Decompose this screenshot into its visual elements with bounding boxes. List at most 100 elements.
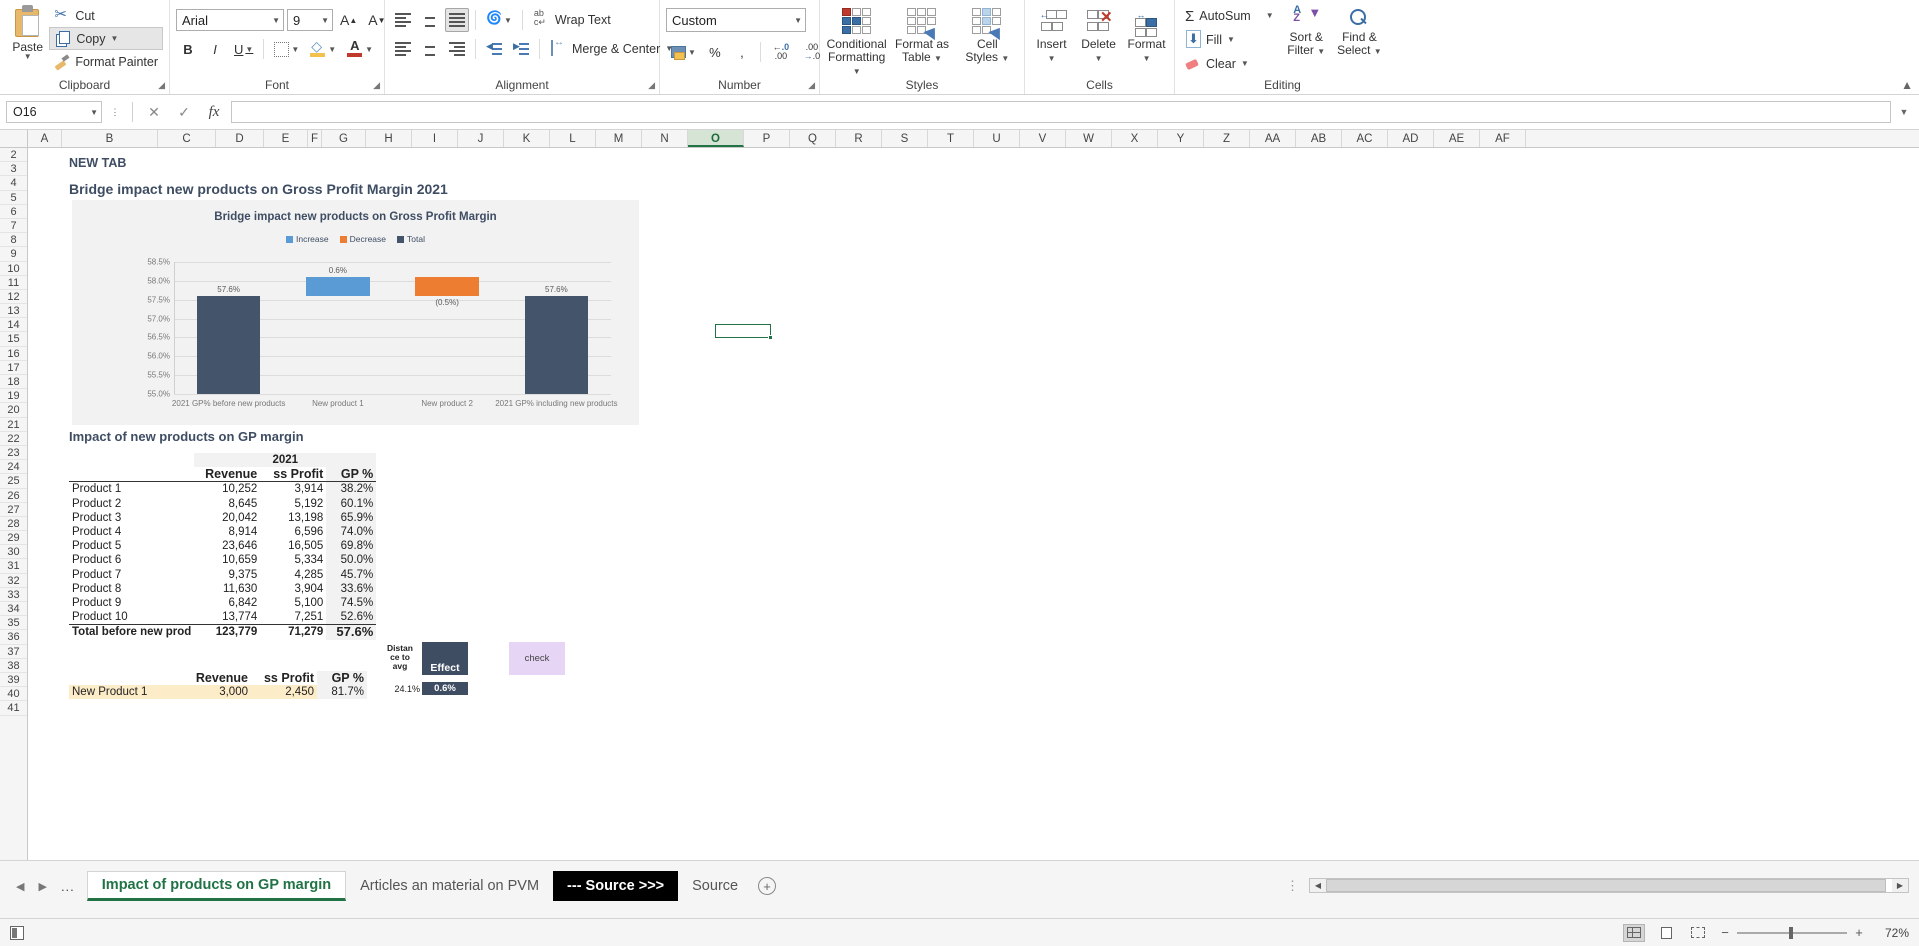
- chevron-down-icon[interactable]: ▼: [1374, 47, 1382, 56]
- font-dialog-launcher[interactable]: ◢: [373, 80, 380, 91]
- next-sheet-button[interactable]: ▶: [38, 880, 46, 893]
- column-header-Z[interactable]: Z: [1204, 130, 1250, 147]
- column-header-AF[interactable]: AF: [1480, 130, 1526, 147]
- orientation-button[interactable]: ▼: [482, 8, 516, 32]
- column-header-H[interactable]: H: [366, 130, 412, 147]
- table-new-products[interactable]: Revenue ss Profit GP % New Product 1 3,00…: [69, 671, 367, 700]
- fill-button[interactable]: Fill ▼: [1181, 29, 1278, 51]
- column-header-AC[interactable]: AC: [1342, 130, 1388, 147]
- scroll-left-button[interactable]: ◀: [1310, 881, 1326, 890]
- column-header-R[interactable]: R: [836, 130, 882, 147]
- column-header-AE[interactable]: AE: [1434, 130, 1480, 147]
- select-all-corner[interactable]: [0, 130, 28, 147]
- align-bottom-button[interactable]: [445, 8, 469, 32]
- wrap-text-button[interactable]: Wrap Text: [529, 8, 616, 32]
- align-center-button[interactable]: [418, 37, 442, 61]
- row-header-38[interactable]: 38: [0, 658, 27, 673]
- row-header-34[interactable]: 34: [0, 602, 27, 617]
- find-select-button[interactable]: Find & Select ▼: [1335, 5, 1384, 57]
- column-header-T[interactable]: T: [928, 130, 974, 147]
- normal-view-button[interactable]: [1623, 923, 1645, 942]
- row-header-6[interactable]: 6: [0, 204, 27, 219]
- column-header-O[interactable]: O: [688, 130, 744, 147]
- row-header-15[interactable]: 15: [0, 332, 27, 347]
- sheet-tab-1[interactable]: Articles an material on PVM: [346, 871, 553, 901]
- column-header-I[interactable]: I: [412, 130, 458, 147]
- tab-overflow-dots[interactable]: ⋮: [1276, 871, 1309, 901]
- table-row[interactable]: Product 1 10,252 3,914 38.2%: [69, 481, 377, 497]
- zoom-level-label[interactable]: 72%: [1875, 926, 1909, 940]
- column-header-G[interactable]: G: [322, 130, 366, 147]
- row-header-2[interactable]: 2: [0, 148, 27, 163]
- align-top-button[interactable]: [391, 8, 415, 32]
- clear-button[interactable]: Clear ▼: [1181, 53, 1278, 75]
- column-header-W[interactable]: W: [1066, 130, 1112, 147]
- selected-cell-O16[interactable]: [715, 324, 773, 340]
- chevron-down-icon[interactable]: ▼: [853, 67, 861, 76]
- column-header-B[interactable]: B: [62, 130, 158, 147]
- table-row[interactable]: Product 2 8,645 5,192 60.1%: [69, 496, 377, 511]
- column-header-P[interactable]: P: [744, 130, 790, 147]
- format-as-table-button[interactable]: Format as Table ▼: [891, 6, 952, 64]
- row-header-11[interactable]: 11: [0, 275, 27, 290]
- delete-cells-button[interactable]: ✕ Delete ▼: [1078, 8, 1119, 64]
- column-header-C[interactable]: C: [158, 130, 216, 147]
- zoom-in-button[interactable]: +: [1853, 925, 1865, 940]
- row-header-26[interactable]: 26: [0, 488, 27, 503]
- chevron-down-icon[interactable]: ▼: [1317, 47, 1325, 56]
- underline-button[interactable]: U ▼: [230, 37, 257, 61]
- autosum-dropdown-caret[interactable]: ▼: [1266, 12, 1274, 20]
- row-header-30[interactable]: 30: [0, 545, 27, 560]
- row-header-32[interactable]: 32: [0, 573, 27, 588]
- page-break-view-button[interactable]: [1687, 924, 1709, 942]
- clear-dropdown-caret[interactable]: ▼: [1241, 60, 1249, 68]
- row-header-22[interactable]: 22: [0, 431, 27, 446]
- borders-button[interactable]: ▼: [270, 37, 303, 61]
- column-header-U[interactable]: U: [974, 130, 1020, 147]
- table-row[interactable]: New Product 1 3,000 2,450 81.7%: [69, 685, 367, 700]
- row-header-18[interactable]: 18: [0, 375, 27, 390]
- row-header-17[interactable]: 17: [0, 360, 27, 375]
- table-row[interactable]: Product 5 23,646 16,505 69.8%: [69, 539, 377, 554]
- conditional-formatting-button[interactable]: Conditional Formatting ▼: [826, 6, 887, 77]
- clipboard-dialog-launcher[interactable]: ◢: [158, 80, 165, 91]
- comma-style-button[interactable]: ,: [730, 40, 754, 64]
- cell-styles-button[interactable]: Cell Styles ▼: [957, 6, 1018, 64]
- add-sheet-button[interactable]: +: [752, 871, 782, 901]
- font-color-button[interactable]: ▼: [343, 37, 377, 61]
- column-header-K[interactable]: K: [504, 130, 550, 147]
- column-header-AB[interactable]: AB: [1296, 130, 1342, 147]
- row-header-8[interactable]: 8: [0, 233, 27, 248]
- chart-bar[interactable]: [196, 295, 261, 394]
- page-layout-view-button[interactable]: [1655, 924, 1677, 942]
- table-row[interactable]: Product 9 6,842 5,100 74.5%: [69, 596, 377, 611]
- chevron-down-icon[interactable]: ▼: [1143, 54, 1151, 63]
- align-right-button[interactable]: [445, 37, 469, 61]
- chart-bridge-impact[interactable]: Bridge impact new products on Gross Prof…: [72, 200, 639, 425]
- number-dialog-launcher[interactable]: ◢: [808, 80, 815, 91]
- increase-font-size-button[interactable]: A ▲: [336, 8, 361, 32]
- align-left-button[interactable]: [391, 37, 415, 61]
- table-row[interactable]: Product 6 10,659 5,334 50.0%: [69, 553, 377, 568]
- table-row[interactable]: Product 7 9,375 4,285 45.7%: [69, 567, 377, 582]
- table-row[interactable]: Product 10 13,774 7,251 52.6%: [69, 610, 377, 625]
- column-header-Y[interactable]: Y: [1158, 130, 1204, 147]
- sheet-tab-0[interactable]: Impact of products on GP margin: [86, 871, 347, 901]
- increase-decimal-button[interactable]: ←.0.00: [767, 40, 795, 64]
- table-row[interactable]: Product 8 11,630 3,904 33.6%: [69, 581, 377, 597]
- scroll-right-button[interactable]: ▶: [1892, 881, 1908, 890]
- table-row[interactable]: Product 4 8,914 6,596 74.0%: [69, 525, 377, 540]
- zoom-slider[interactable]: − +: [1719, 925, 1865, 940]
- table-impact-products[interactable]: 2021 Revenue ss Profit GP % Product 1 10,…: [69, 453, 377, 640]
- number-format-combo[interactable]: Custom ▼: [666, 8, 806, 32]
- row-header-19[interactable]: 19: [0, 389, 27, 404]
- confirm-formula-button[interactable]: ✓: [171, 104, 197, 121]
- column-header-J[interactable]: J: [458, 130, 504, 147]
- column-header-X[interactable]: X: [1112, 130, 1158, 147]
- chart-bar[interactable]: [524, 295, 589, 394]
- column-header-A[interactable]: A: [28, 130, 62, 147]
- fill-color-button[interactable]: ▼: [306, 37, 340, 61]
- align-middle-button[interactable]: [418, 8, 442, 32]
- font-size-combo[interactable]: 9 ▼: [287, 9, 333, 31]
- accounting-format-button[interactable]: ▼: [666, 40, 700, 64]
